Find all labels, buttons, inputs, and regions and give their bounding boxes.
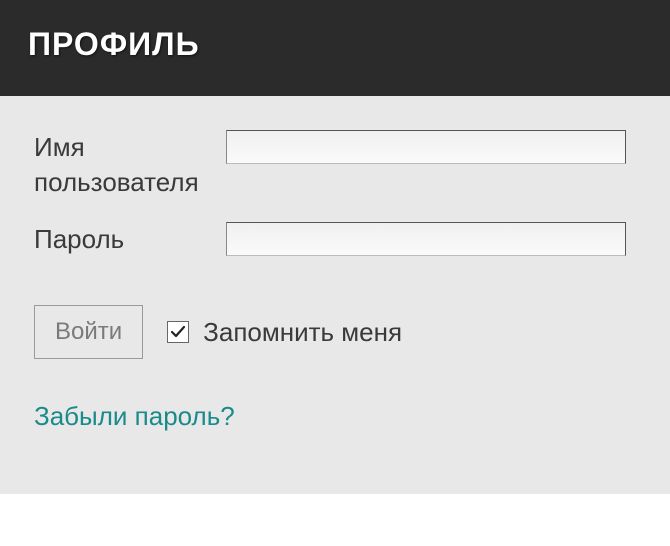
remember-me-wrap: Запомнить меня: [167, 317, 402, 348]
password-label: Пароль: [34, 222, 226, 257]
profile-login-widget: ПРОФИЛЬ Имя пользователя Пароль Войти За…: [0, 0, 670, 494]
actions-row: Войти Запомнить меня: [34, 305, 636, 359]
widget-body: Имя пользователя Пароль Войти Запомнить …: [0, 96, 670, 494]
username-label: Имя пользователя: [34, 130, 226, 200]
remember-me-checkbox[interactable]: [167, 321, 189, 343]
widget-header: ПРОФИЛЬ: [0, 0, 670, 96]
login-button[interactable]: Войти: [34, 305, 143, 359]
checkmark-icon: [170, 324, 186, 340]
remember-me-label: Запомнить меня: [203, 317, 402, 348]
forgot-password-link[interactable]: Забыли пароль?: [34, 401, 235, 431]
password-input[interactable]: [226, 222, 626, 256]
username-row: Имя пользователя: [34, 130, 636, 200]
username-input[interactable]: [226, 130, 626, 164]
password-row: Пароль: [34, 222, 636, 257]
widget-title: ПРОФИЛЬ: [28, 26, 200, 63]
